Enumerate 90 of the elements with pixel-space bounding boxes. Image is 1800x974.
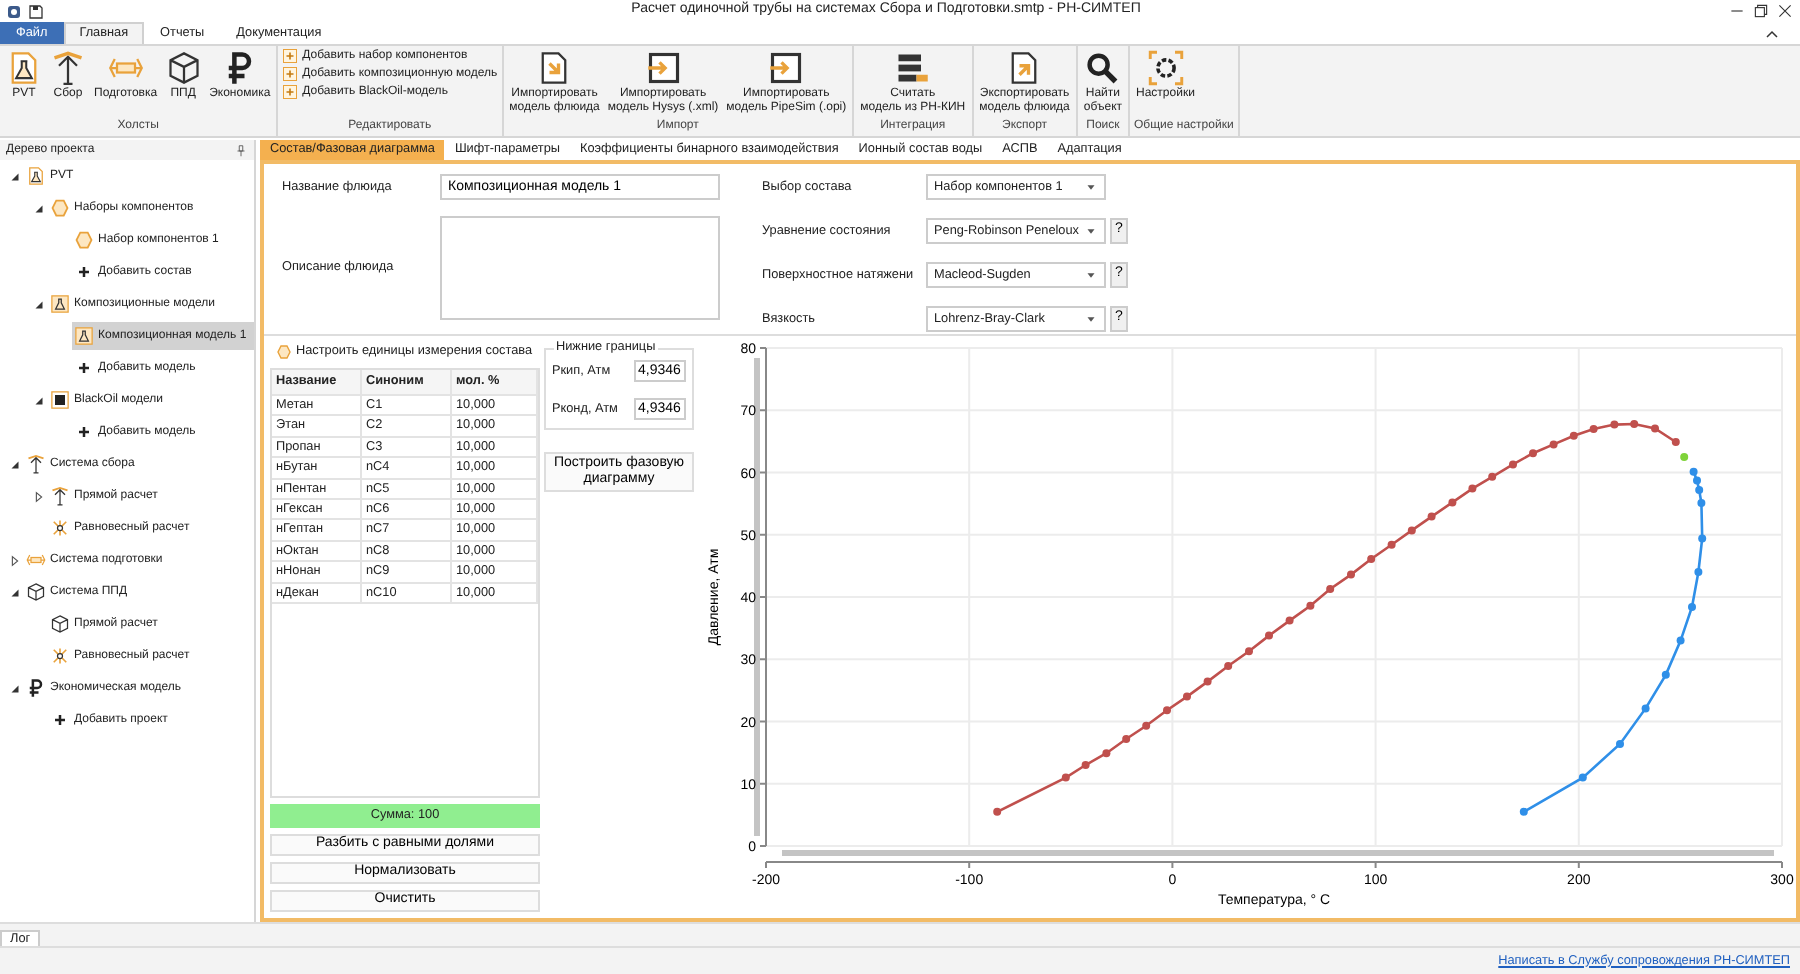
- expander-icon[interactable]: [32, 489, 46, 503]
- data-point: [1427, 512, 1436, 521]
- data-point: [1407, 526, 1416, 535]
- data-point: [1688, 603, 1696, 611]
- plus-icon: [50, 710, 70, 730]
- data-point: [1529, 449, 1537, 458]
- data-point: [1061, 773, 1070, 782]
- data-point: [1122, 735, 1131, 743]
- caret-icon: [1084, 268, 1098, 282]
- data-point: [993, 807, 1002, 816]
- expander-icon[interactable]: [32, 297, 46, 311]
- flask-icon: [26, 166, 46, 186]
- data-point: [1661, 670, 1670, 679]
- settings-icon: [1147, 50, 1184, 86]
- data-point: [1680, 453, 1689, 461]
- description-field[interactable]: [440, 216, 720, 320]
- scroll-bar[interactable]: [754, 358, 760, 836]
- ruble-icon: [26, 678, 46, 698]
- data-point: [1306, 601, 1315, 610]
- collapse-icon[interactable]: [1764, 25, 1780, 41]
- expander-icon[interactable]: [8, 169, 22, 183]
- spark-icon: [50, 646, 70, 666]
- data-point: [1245, 647, 1253, 656]
- data-point: [1224, 662, 1233, 670]
- database-icon: [894, 50, 931, 86]
- caret-icon: [1084, 180, 1098, 194]
- tower-icon: [26, 454, 46, 474]
- import-icon: [768, 50, 805, 86]
- spark-icon: [50, 518, 70, 538]
- expander-icon[interactable]: [8, 681, 22, 695]
- plus-icon: [74, 262, 94, 282]
- data-point: [1697, 499, 1706, 507]
- data-point: [1367, 555, 1376, 563]
- flask-icon: [6, 50, 42, 86]
- data-point: [1698, 534, 1707, 543]
- cube-icon: [50, 614, 70, 634]
- cube-icon: [26, 582, 46, 602]
- data-point: [1326, 585, 1335, 593]
- data-point: [1387, 540, 1396, 549]
- flask-icon: [74, 326, 94, 346]
- data-point: [1102, 749, 1111, 758]
- flask-icon: [50, 294, 70, 314]
- data-point: [1265, 631, 1273, 640]
- data-point: [1589, 425, 1598, 433]
- data-point: [1694, 568, 1703, 576]
- pipe-icon: [26, 550, 46, 570]
- data-point: [1569, 431, 1578, 440]
- data-point: [1549, 440, 1558, 449]
- data-point: [1676, 636, 1685, 645]
- data-point: [1630, 420, 1639, 428]
- data-point: [1203, 677, 1212, 686]
- data-point: [1142, 721, 1151, 730]
- restore-icon[interactable]: [1752, 2, 1770, 20]
- data-point: [1651, 424, 1659, 433]
- cube-icon: [165, 50, 202, 86]
- plus-icon: [74, 358, 94, 378]
- expander-icon[interactable]: [32, 393, 46, 407]
- data-point: [1641, 704, 1650, 713]
- import-icon: [645, 50, 682, 86]
- app-icon: [6, 3, 22, 19]
- data-point: [1347, 570, 1355, 579]
- tower-icon: [50, 486, 70, 506]
- caret-icon: [1084, 224, 1098, 238]
- search-icon: [1084, 50, 1121, 86]
- expander-icon[interactable]: [32, 201, 46, 215]
- caret-icon: [1084, 312, 1098, 326]
- data-point: [1509, 460, 1517, 469]
- expander-icon[interactable]: [8, 585, 22, 599]
- hexagon-icon: [276, 344, 292, 360]
- pin-icon[interactable]: [234, 143, 248, 157]
- data-point: [1448, 498, 1457, 507]
- data-point: [1468, 484, 1477, 493]
- expander-icon[interactable]: [8, 553, 22, 567]
- data-point: [1519, 807, 1528, 816]
- expander-icon[interactable]: [8, 457, 22, 471]
- data-point: [1285, 616, 1294, 625]
- data-point: [1578, 773, 1587, 782]
- scroll-bar[interactable]: [782, 850, 1774, 856]
- data-point: [1488, 472, 1497, 481]
- plus-icon: [74, 422, 94, 442]
- data-point: [1081, 761, 1090, 769]
- data-point: [1183, 692, 1191, 701]
- data-point: [1671, 438, 1680, 446]
- data-point: [1616, 740, 1624, 748]
- save-icon[interactable]: [28, 3, 44, 19]
- square-icon: [50, 390, 70, 410]
- tower-icon: [50, 50, 86, 86]
- data-point: [1163, 706, 1171, 715]
- data-point: [1610, 420, 1619, 429]
- close-icon[interactable]: [1776, 2, 1794, 20]
